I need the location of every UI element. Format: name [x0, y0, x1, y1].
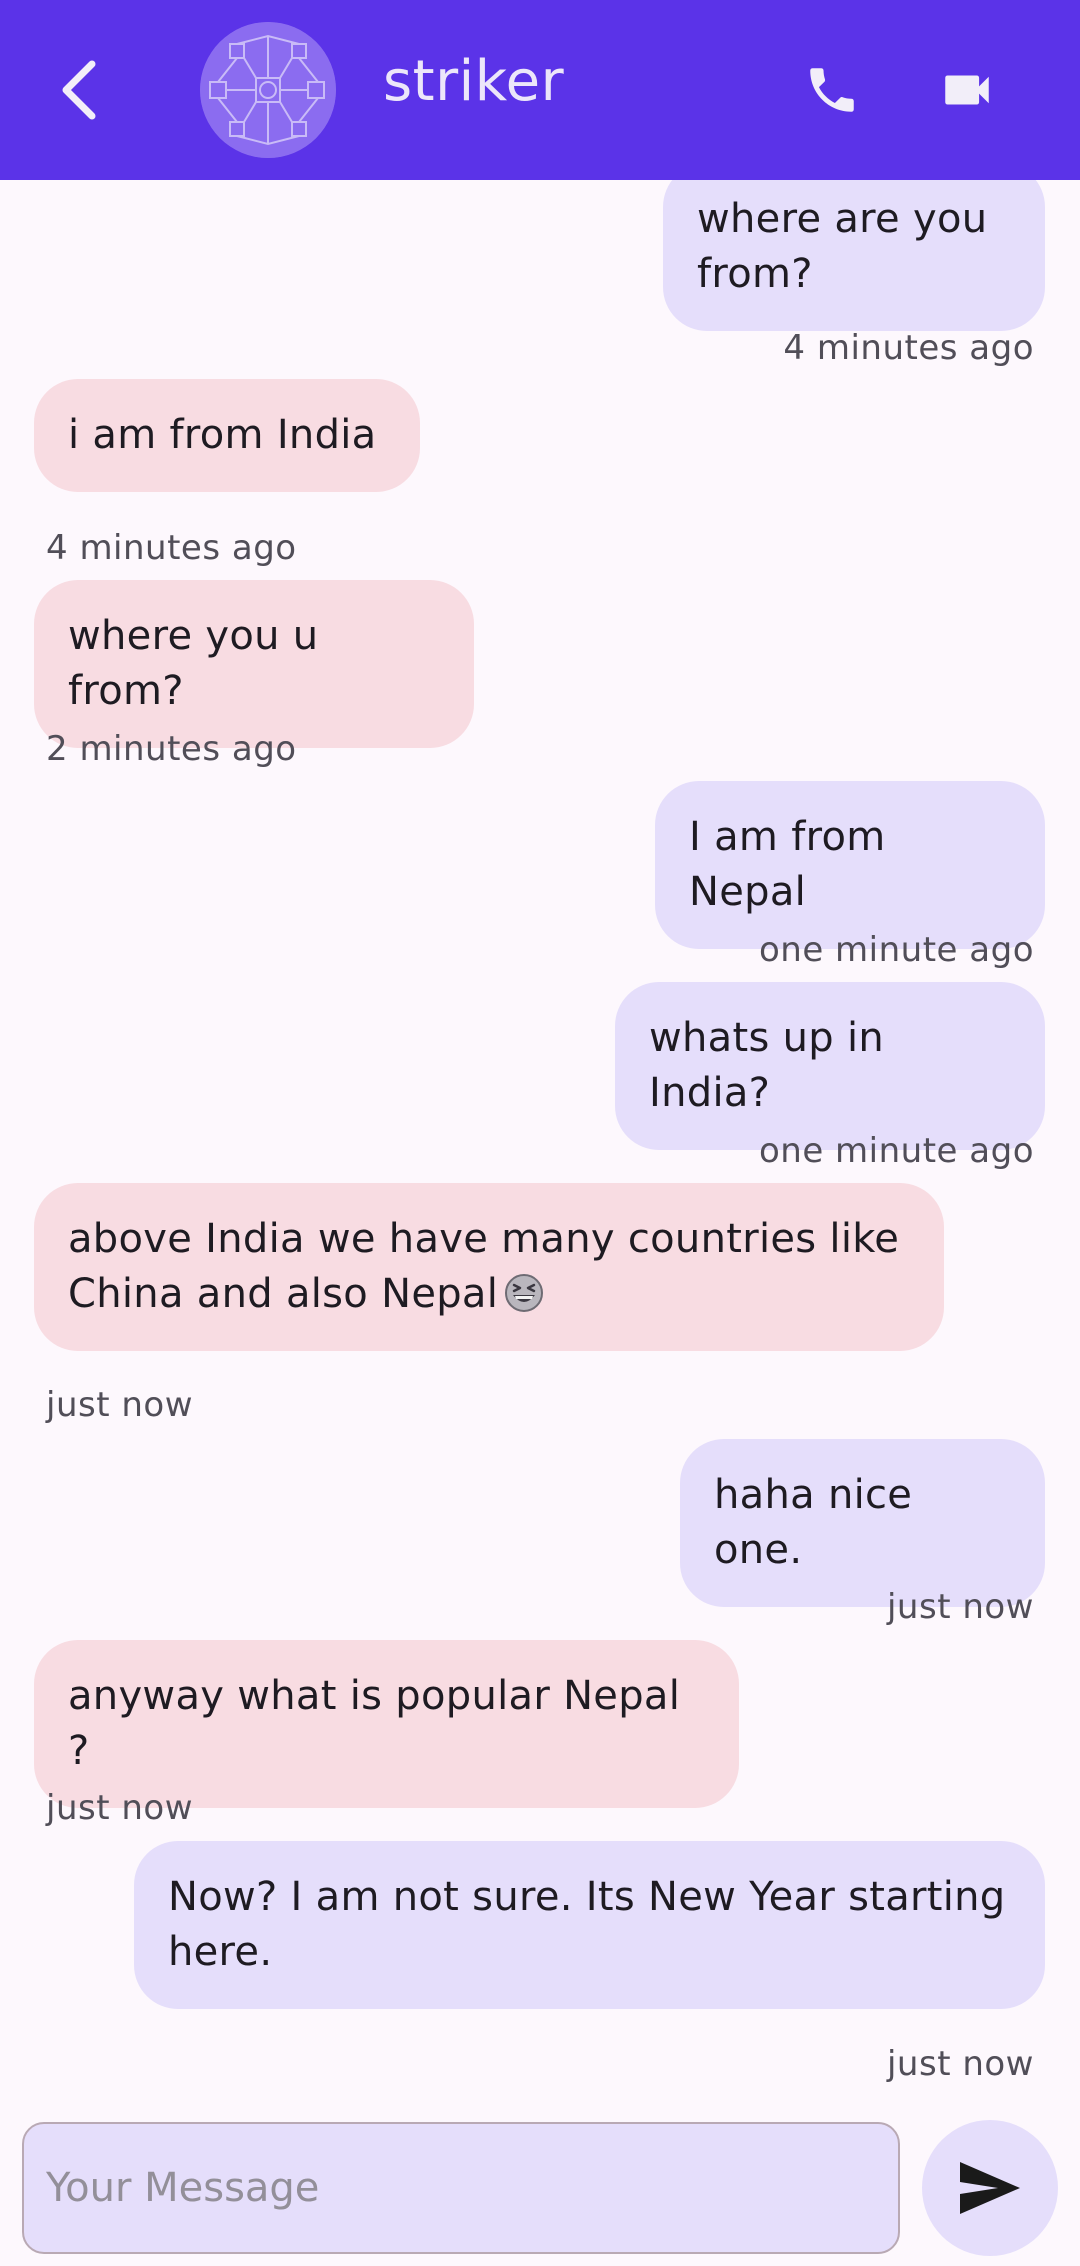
app-bar: striker: [0, 0, 1080, 180]
message-timestamp: just now: [886, 2044, 1034, 2084]
sent-message-bubble[interactable]: where are you from?: [663, 180, 1045, 331]
message-timestamp: 4 minutes ago: [46, 528, 297, 568]
message-text: where you u from?: [68, 613, 319, 714]
message-timestamp: just now: [886, 1587, 1034, 1627]
message-text: haha nice one.: [714, 1472, 913, 1573]
received-message-bubble[interactable]: anyway what is popular Nepal ?: [34, 1640, 739, 1808]
message-text: I am from Nepal: [689, 814, 886, 915]
grinning-squinting-face-emoji: [505, 1274, 544, 1312]
message-timestamp: one minute ago: [758, 1131, 1034, 1171]
avatar[interactable]: [200, 22, 336, 158]
network-avatar-image: [200, 22, 336, 158]
back-button[interactable]: [40, 45, 120, 135]
received-message-bubble[interactable]: above India we have many countries like …: [34, 1183, 944, 1351]
message-timestamp: 4 minutes ago: [783, 328, 1034, 368]
message-text: Now? I am not sure. Its New Year startin…: [168, 1874, 1006, 1975]
received-message-bubble[interactable]: i am from India: [34, 379, 420, 492]
phone-icon: [810, 68, 854, 112]
sent-message-bubble[interactable]: haha nice one.: [680, 1439, 1045, 1607]
videocam-icon: [945, 75, 989, 105]
sent-message-bubble[interactable]: whats up in India?: [615, 982, 1045, 1150]
call-button[interactable]: [790, 48, 874, 132]
message-input-container: [22, 2122, 900, 2254]
message-timestamp: one minute ago: [758, 930, 1034, 970]
message-timestamp: 2 minutes ago: [46, 729, 297, 769]
message-timestamp: just now: [46, 1788, 194, 1828]
chevron-left-icon: [62, 60, 96, 120]
received-message-bubble[interactable]: where you u from?: [34, 580, 474, 748]
message-text: i am from India: [68, 412, 377, 458]
message-text: anyway what is popular Nepal ?: [68, 1673, 681, 1774]
message-list[interactable]: where are you from? 4 minutes ago i am f…: [0, 180, 1080, 2100]
message-timestamp: just now: [46, 1385, 194, 1425]
message-text: above India we have many countries like …: [68, 1216, 900, 1317]
sent-message-bubble[interactable]: Now? I am not sure. Its New Year startin…: [134, 1841, 1045, 2009]
sent-message-bubble[interactable]: I am from Nepal: [655, 781, 1045, 949]
message-text: whats up in India?: [649, 1015, 885, 1116]
send-icon: [960, 2162, 1020, 2214]
message-input[interactable]: [24, 2124, 898, 2252]
video-call-button[interactable]: [925, 48, 1009, 132]
message-text: where are you from?: [697, 196, 988, 297]
contact-name: striker: [383, 49, 565, 114]
send-button[interactable]: [922, 2120, 1058, 2256]
